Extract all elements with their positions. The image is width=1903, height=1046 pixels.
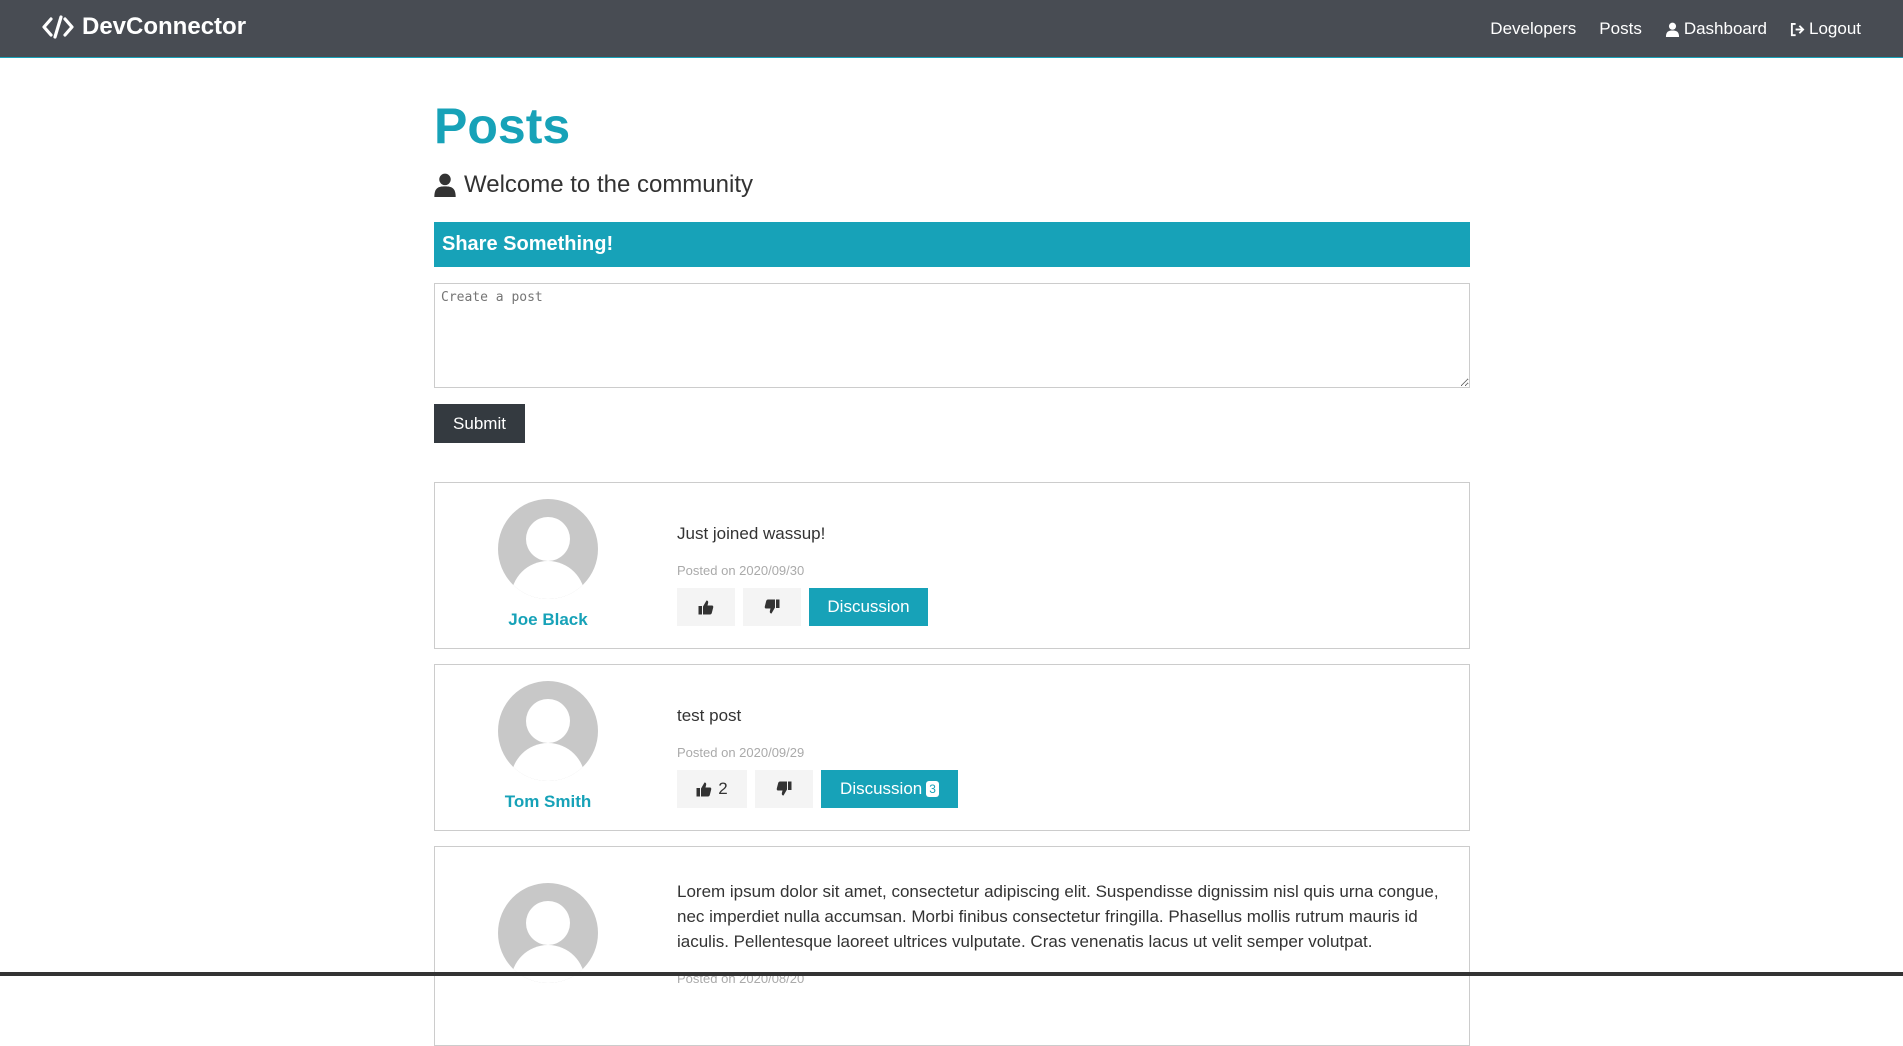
- like-count: 2: [718, 779, 728, 798]
- code-icon: [42, 15, 74, 39]
- like-button[interactable]: [677, 588, 735, 626]
- thumbs-down-icon: [776, 781, 792, 796]
- nav-posts-link[interactable]: Posts: [1599, 19, 1642, 39]
- lead-label: Welcome to the community: [464, 171, 753, 198]
- nav-links: Developers Posts Dashboard Logout: [1490, 19, 1861, 39]
- nav-dashboard-label: Dashboard: [1683, 19, 1767, 38]
- comment-count-badge: 3: [926, 781, 939, 797]
- bottom-edge: [0, 972, 1903, 976]
- post-text: test post: [677, 706, 742, 725]
- post-actions: 2 Discussion 3: [677, 770, 958, 808]
- discussion-label: Discussion: [827, 597, 910, 616]
- discussion-label: Discussion: [840, 779, 923, 798]
- nav-developers-link[interactable]: Developers: [1490, 19, 1576, 39]
- submit-button[interactable]: Submit: [434, 404, 525, 443]
- create-post-textarea[interactable]: [434, 283, 1470, 388]
- dislike-button[interactable]: [743, 588, 801, 626]
- post-item: Joe Black Just joined wassup! Posted on …: [434, 482, 1470, 649]
- post-text: Just joined wassup!: [677, 524, 826, 543]
- user-icon: [434, 173, 456, 197]
- dislike-button[interactable]: [755, 770, 813, 808]
- navbar: DevConnector Developers Posts Dashboard …: [0, 0, 1903, 58]
- thumbs-up-icon: [698, 600, 714, 615]
- post-date: Posted on 2020/09/29: [677, 745, 805, 760]
- post-item: Tom Smith test post Posted on 2020/09/29…: [434, 664, 1470, 831]
- post-author[interactable]: Tom Smith: [458, 792, 638, 812]
- user-icon: [1665, 22, 1679, 37]
- thumbs-down-icon: [764, 599, 780, 614]
- page-title: Posts: [434, 98, 571, 154]
- nav-logout-label: Logout: [1809, 19, 1861, 38]
- nav-logout-link[interactable]: Logout: [1790, 19, 1861, 39]
- brand-link[interactable]: DevConnector: [42, 13, 246, 41]
- avatar[interactable]: [498, 883, 598, 983]
- share-header-label: Share Something!: [442, 233, 614, 255]
- brand-label: DevConnector: [82, 13, 247, 40]
- post-actions: Discussion: [677, 588, 928, 626]
- discussion-button[interactable]: Discussion: [809, 588, 928, 626]
- avatar[interactable]: [498, 681, 598, 781]
- post-date: Posted on 2020/09/30: [677, 563, 805, 578]
- post-author[interactable]: Joe Black: [458, 610, 638, 630]
- post-item: Lorem ipsum dolor sit amet, consectetur …: [434, 846, 1470, 1046]
- sign-out-icon: [1790, 22, 1805, 36]
- post-text: Lorem ipsum dolor sit amet, consectetur …: [677, 882, 1439, 951]
- lead-text: Welcome to the community: [434, 171, 753, 199]
- thumbs-up-icon: [696, 782, 712, 797]
- nav-dashboard-link[interactable]: Dashboard: [1665, 19, 1767, 39]
- avatar[interactable]: [498, 499, 598, 599]
- discussion-button[interactable]: Discussion 3: [821, 770, 958, 808]
- share-header: Share Something!: [434, 222, 1470, 267]
- like-button[interactable]: 2: [677, 770, 747, 808]
